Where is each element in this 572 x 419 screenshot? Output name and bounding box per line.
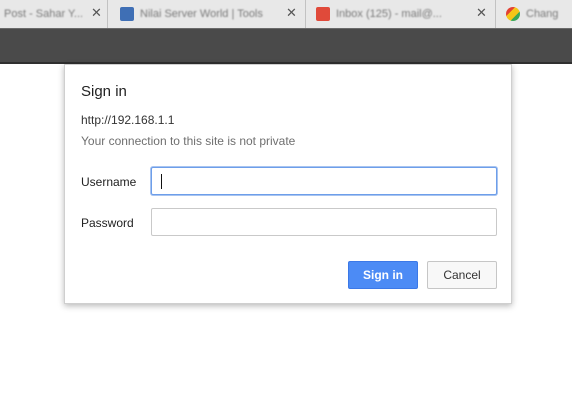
tab-close-icon[interactable]: ✕ [286,6,297,20]
tab-title: Post - Sahar Y... [4,8,82,20]
username-label: Username [81,175,137,189]
tab-close-icon[interactable]: ✕ [91,6,102,20]
dialog-title: Sign in [81,83,127,100]
tab-favicon-icon [120,7,134,21]
tab-title: Nilai Server World | Tools [140,8,263,20]
tab-close-icon[interactable]: ✕ [476,6,487,20]
cancel-button[interactable]: Cancel [427,261,497,289]
password-label: Password [81,216,134,230]
browser-tab[interactable]: Inbox (125) - mail@... ✕ [306,0,496,28]
username-input[interactable] [151,167,497,195]
tab-title: Inbox (125) - mail@... [336,8,442,20]
sign-in-button[interactable]: Sign in [348,261,418,289]
chrome-icon [506,7,520,21]
text-caret [161,174,162,189]
connection-warning: Your connection to this site is not priv… [81,134,296,148]
browser-tab[interactable]: Chang [496,0,572,28]
password-input[interactable] [151,208,497,236]
browser-tab[interactable]: Nilai Server World | Tools ✕ [108,0,306,28]
sign-in-dialog: Sign in http://192.168.1.1 Your connecti… [64,64,512,304]
browser-tab-strip: Post - Sahar Y... ✕ Nilai Server World |… [0,0,572,28]
browser-toolbar [0,28,572,64]
gmail-icon [316,7,330,21]
browser-tab[interactable]: Post - Sahar Y... ✕ [0,0,108,28]
tab-title: Chang [526,8,559,20]
site-url: http://192.168.1.1 [81,113,175,127]
